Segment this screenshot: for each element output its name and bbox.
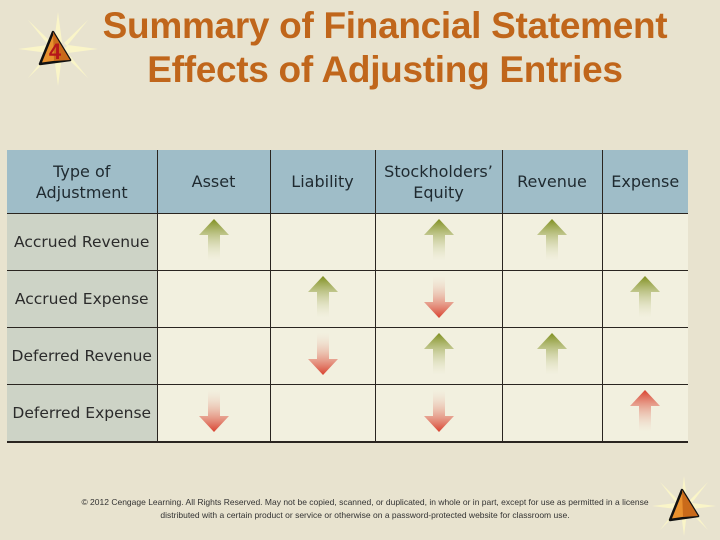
header-type-line-2: Adjustment [35, 182, 128, 202]
cell-revenue [501, 213, 603, 271]
slide-title: Summary of Financial Statement Effects o… [60, 4, 710, 92]
header-liability: Liability [269, 150, 376, 214]
cell-revenue [501, 327, 603, 385]
row-label: Deferred Revenue [7, 327, 158, 385]
red-down-arrow-icon [198, 389, 229, 432]
header-asset: Asset [156, 150, 271, 214]
red-down-arrow-icon [423, 389, 454, 432]
red-up-arrow-icon [630, 389, 661, 432]
adjustments-table: Type of Adjustment Asset Liability Stock… [7, 150, 688, 443]
header-type-line-1: Type of [53, 161, 111, 181]
cell-asset [156, 384, 271, 443]
footer-badge [652, 476, 716, 536]
copyright-footer: © 2012 Cengage Learning. All Rights Rese… [40, 496, 690, 522]
cell-liability [269, 213, 376, 271]
header-equity-line-1: Stockholders’ [384, 161, 493, 181]
green-up-arrow-icon [423, 332, 454, 375]
green-up-arrow-icon [537, 332, 567, 375]
cell-expense [601, 213, 688, 271]
red-down-arrow-icon [423, 275, 454, 318]
green-up-arrow-icon [423, 218, 454, 261]
row-label: Deferred Expense [7, 384, 158, 443]
green-up-arrow-icon [307, 275, 338, 318]
green-up-arrow-icon [537, 218, 567, 261]
header-type-of-adjustment: Type of Adjustment [7, 150, 158, 214]
cell-asset [156, 270, 271, 328]
footer-line-1: © 2012 Cengage Learning. All Rights Rese… [81, 497, 649, 507]
cell-expense [601, 327, 688, 385]
table-row: Accrued Expense [7, 270, 688, 328]
table-row: Deferred Expense [7, 384, 688, 443]
cell-asset [156, 327, 271, 385]
footer-line-2: distributed with a certain product or se… [160, 510, 570, 520]
cell-stockholders-equity [374, 213, 503, 271]
green-up-arrow-icon [630, 275, 661, 318]
cell-revenue [501, 384, 603, 443]
header-stockholders-equity: Stockholders’ Equity [374, 150, 503, 214]
red-down-arrow-icon [307, 332, 338, 375]
title-line-2: Effects of Adjusting Entries [147, 49, 623, 90]
cell-liability [269, 270, 376, 328]
cell-stockholders-equity [374, 270, 503, 328]
header-equity-line-2: Equity [413, 182, 464, 202]
starburst-pyramid-icon [652, 476, 716, 536]
cell-stockholders-equity [374, 384, 503, 443]
title-line-1: Summary of Financial Statement [102, 5, 668, 46]
cell-stockholders-equity [374, 327, 503, 385]
cell-liability [269, 327, 376, 385]
header-revenue: Revenue [501, 150, 603, 214]
header-expense: Expense [601, 150, 688, 214]
cell-expense [601, 384, 688, 443]
cell-revenue [501, 270, 603, 328]
row-label: Accrued Revenue [7, 213, 158, 271]
table-row: Accrued Revenue [7, 213, 688, 271]
cell-expense [601, 270, 688, 328]
cell-asset [156, 213, 271, 271]
row-label: Accrued Expense [7, 270, 158, 328]
green-up-arrow-icon [198, 218, 229, 261]
table-row: Deferred Revenue [7, 327, 688, 385]
table-header-row: Type of Adjustment Asset Liability Stock… [7, 150, 688, 214]
cell-liability [269, 384, 376, 443]
